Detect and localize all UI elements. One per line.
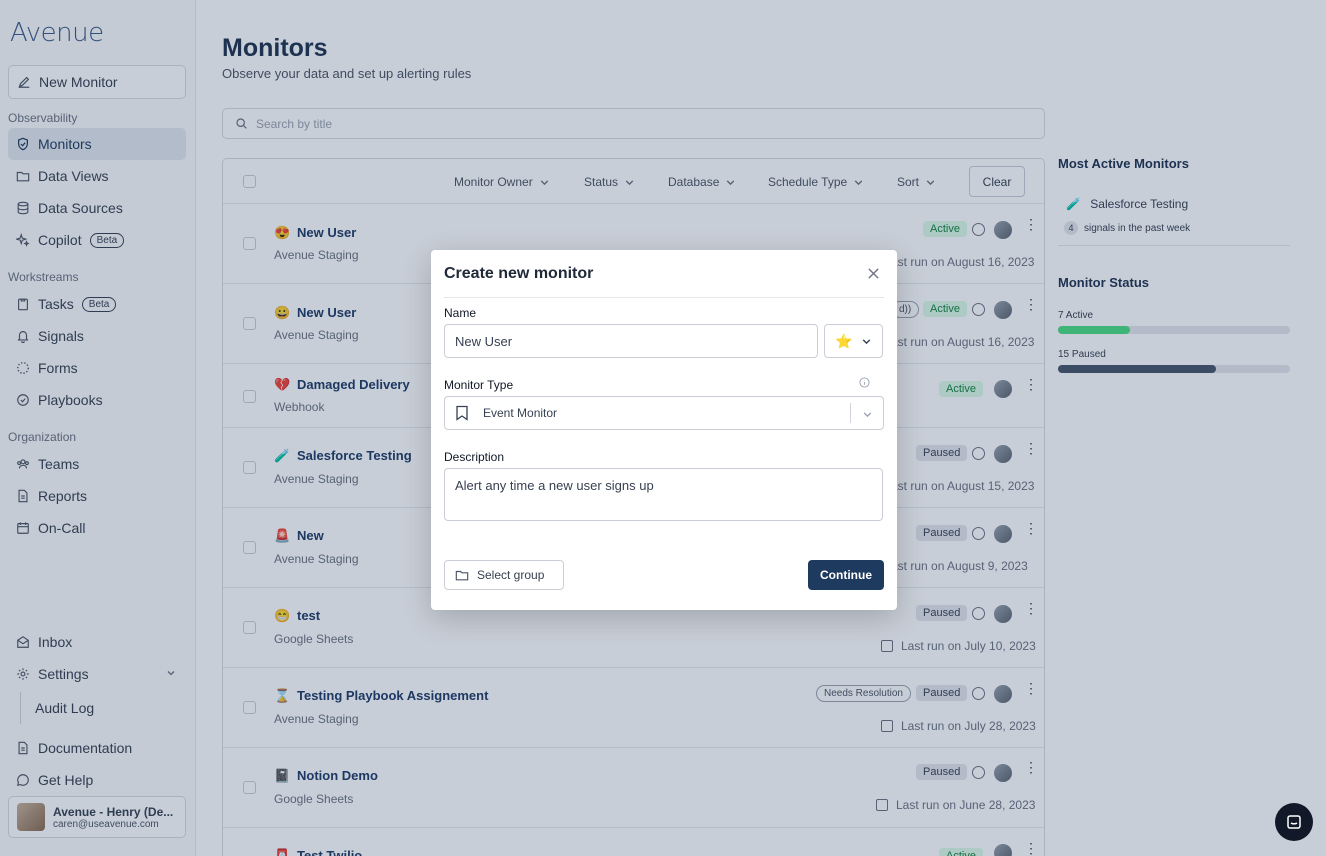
continue-button[interactable]: Continue bbox=[808, 560, 884, 590]
emoji-picker[interactable]: ⭐ bbox=[824, 324, 883, 358]
monitor-type-select[interactable]: Event Monitor bbox=[444, 396, 884, 430]
name-input[interactable]: New User bbox=[444, 324, 818, 358]
divider bbox=[444, 297, 884, 298]
chevron-down-icon bbox=[863, 412, 872, 418]
chat-icon bbox=[1287, 815, 1301, 829]
name-label: Name bbox=[444, 306, 477, 320]
description-textarea[interactable]: Alert any time a new user signs up bbox=[444, 468, 883, 521]
star-icon: ⭐ bbox=[835, 332, 853, 349]
create-monitor-modal: Create new monitor Name New User ⭐ Monit… bbox=[431, 250, 897, 610]
name-value: New User bbox=[455, 333, 513, 349]
select-group-label: Select group bbox=[477, 568, 545, 582]
modal-title: Create new monitor bbox=[444, 265, 594, 282]
app-root: Avenue New Monitor Observability Monitor… bbox=[0, 0, 1326, 856]
divider bbox=[850, 403, 851, 423]
description-value: Alert any time a new user signs up bbox=[455, 478, 654, 493]
chat-launcher-button[interactable] bbox=[1275, 803, 1313, 841]
monitor-type-label: Monitor Type bbox=[444, 378, 514, 392]
bookmark-icon bbox=[456, 405, 468, 421]
description-label: Description bbox=[444, 450, 505, 464]
info-icon[interactable] bbox=[859, 377, 870, 388]
monitor-type-value: Event Monitor bbox=[483, 406, 558, 420]
folder-icon bbox=[455, 570, 469, 581]
chevron-down-icon bbox=[862, 338, 871, 344]
select-group-button[interactable]: Select group bbox=[444, 560, 564, 590]
close-icon[interactable] bbox=[867, 267, 880, 280]
